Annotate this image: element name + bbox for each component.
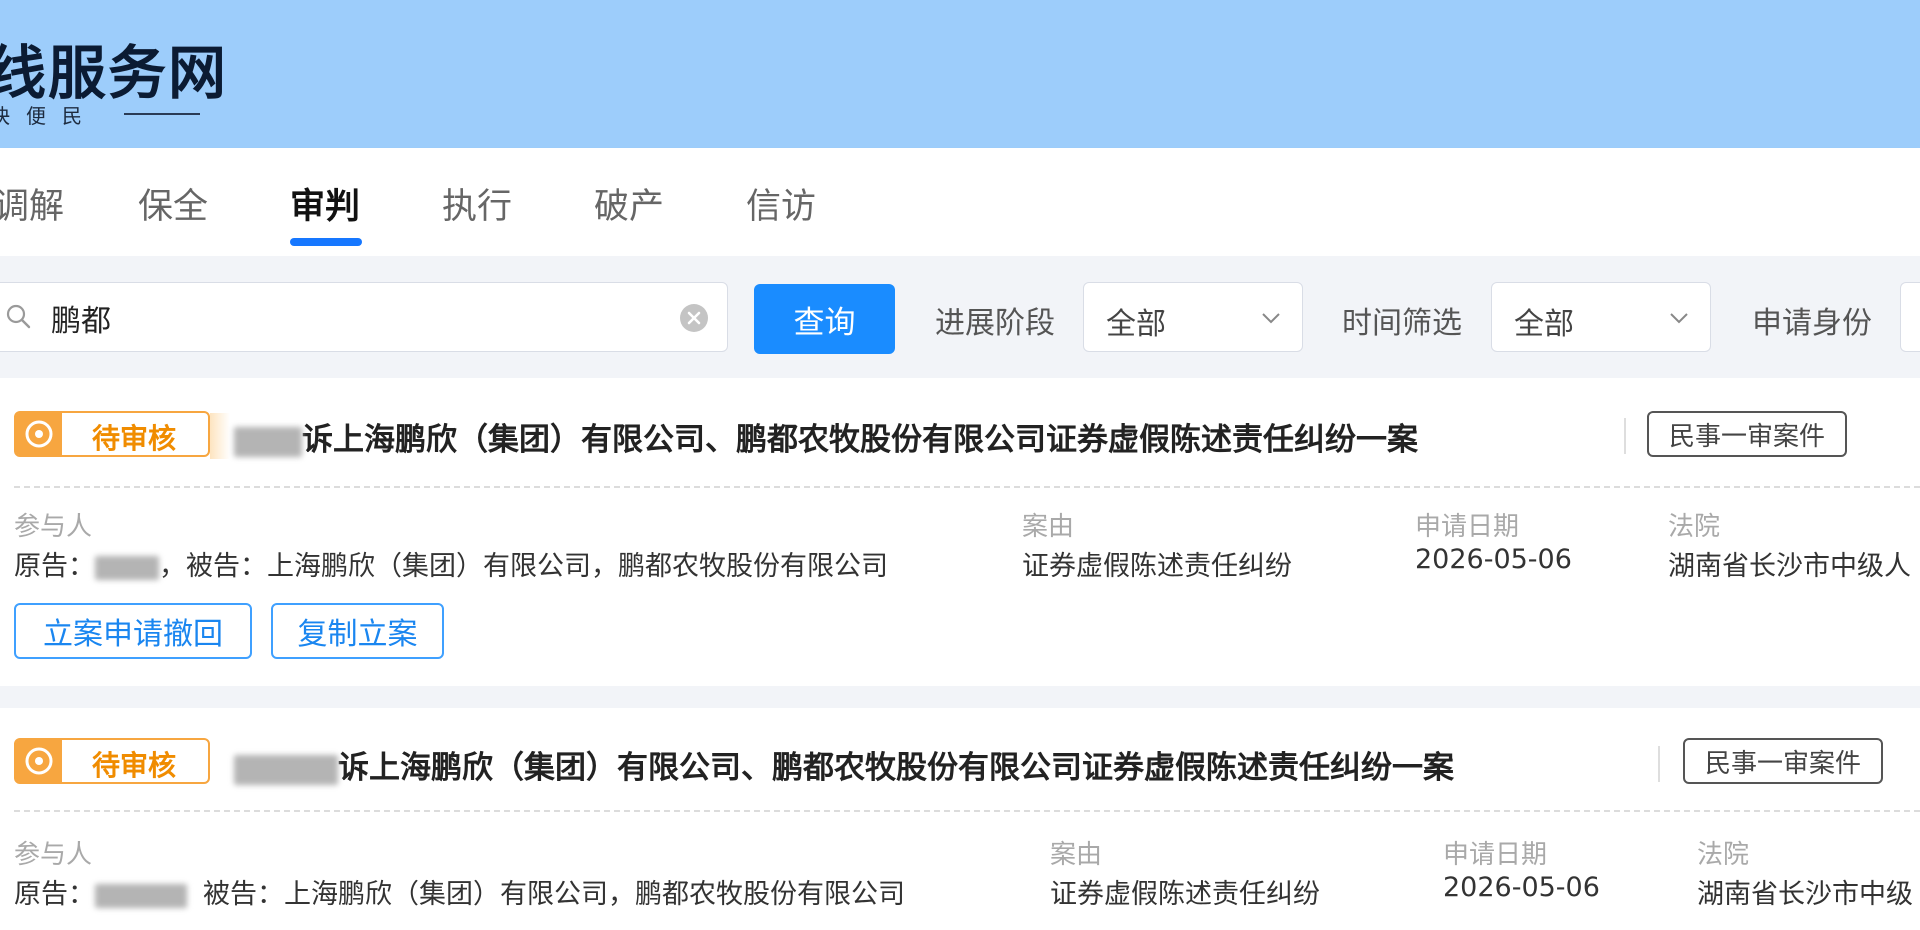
case-title[interactable]: 诉上海鹏欣（集团）有限公司、鹏都农牧股份有限公司证券虚假陈述责任纠纷一案	[234, 414, 1418, 459]
query-button[interactable]: 查询	[754, 284, 895, 354]
time-filter-select[interactable]: 全部	[1491, 282, 1711, 352]
time-filter-label: 时间筛选	[1342, 306, 1462, 341]
participants-label: 参与人	[14, 840, 93, 870]
case-card: 待审核 诉上海鹏欣（集团）有限公司、鹏都农牧股份有限公司证券虚假陈述责任纠纷一案…	[0, 378, 1920, 686]
cause-value: 证券虚假陈述责任纠纷	[1050, 879, 1320, 910]
participants-value: 原告： ，被告：上海鹏欣（集团）有限公司，鹏都农牧股份有限公司	[14, 551, 888, 582]
chevron-down-icon	[1670, 313, 1688, 324]
redacted-plaintiff	[95, 555, 159, 580]
title-divider	[1624, 418, 1626, 454]
withdraw-filing-button[interactable]: 立案申请撤回	[14, 603, 252, 659]
tab-petition[interactable]: 信访	[746, 178, 816, 229]
cause-value: 证券虚假陈述责任纠纷	[1022, 551, 1292, 582]
case-card: 待审核 诉上海鹏欣（集团）有限公司、鹏都农牧股份有限公司证券虚假陈述责任纠纷一案…	[0, 708, 1920, 930]
progress-stage-select[interactable]: 全部	[1083, 282, 1303, 352]
title-divider	[1658, 746, 1660, 782]
chevron-down-icon	[1262, 313, 1280, 324]
tab-mediation[interactable]: 调解	[0, 178, 64, 229]
tab-trial[interactable]: 审判	[290, 178, 360, 229]
tab-bankruptcy[interactable]: 破产	[594, 178, 664, 229]
filter-bar: 查询 进展阶段 全部 时间筛选 全部 申请身份	[0, 256, 1920, 376]
search-box	[0, 282, 728, 352]
status-text: 待审核	[92, 422, 177, 455]
site-logo-title: 线服务网	[0, 39, 229, 107]
redacted-plaintiff	[95, 883, 187, 908]
active-tab-indicator	[290, 238, 362, 246]
site-header: 线服务网 快便民	[0, 0, 1920, 148]
apply-date-label: 申请日期	[1443, 840, 1548, 870]
category-tabs: 调解 保全 审判 执行 破产 信访	[0, 148, 1920, 256]
court-value: 湖南省长沙市中级人	[1668, 551, 1911, 582]
search-input[interactable]	[49, 297, 653, 339]
status-badge: 待审核	[14, 411, 210, 457]
site-logo-subtitle: 快便民	[0, 104, 98, 128]
tab-execution[interactable]: 执行	[442, 178, 512, 229]
case-type-tag: 民事一审案件	[1647, 411, 1847, 457]
redacted-name	[234, 426, 302, 457]
time-filter-value: 全部	[1514, 307, 1574, 342]
logo-divider-line	[124, 113, 200, 115]
court-label: 法院	[1697, 840, 1750, 870]
clock-icon	[25, 420, 53, 448]
status-badge: 待审核	[14, 738, 210, 784]
cause-label: 案由	[1050, 840, 1103, 870]
court-label: 法院	[1668, 512, 1721, 542]
participants-label: 参与人	[14, 512, 93, 542]
applicant-identity-label: 申请身份	[1752, 306, 1872, 341]
search-icon	[6, 304, 31, 329]
dashed-divider	[14, 486, 1920, 488]
apply-date-value: 2026-05-06	[1415, 544, 1572, 575]
applicant-identity-select[interactable]	[1900, 282, 1920, 352]
court-value: 湖南省长沙市中级	[1697, 879, 1913, 910]
apply-date-value: 2026-05-06	[1443, 872, 1600, 903]
dashed-divider	[14, 810, 1920, 812]
progress-stage-label: 进展阶段	[935, 306, 1055, 341]
case-type-tag: 民事一审案件	[1683, 738, 1883, 784]
cause-label: 案由	[1022, 512, 1075, 542]
case-title[interactable]: 诉上海鹏欣（集团）有限公司、鹏都农牧股份有限公司证券虚假陈述责任纠纷一案	[234, 742, 1454, 787]
clear-icon[interactable]	[679, 303, 709, 333]
redacted-name	[234, 754, 338, 785]
clock-icon	[25, 747, 53, 775]
copy-filing-button[interactable]: 复制立案	[271, 603, 444, 659]
apply-date-label: 申请日期	[1415, 512, 1520, 542]
status-text: 待审核	[92, 749, 177, 782]
tab-preservation[interactable]: 保全	[138, 178, 208, 229]
participants-value: 原告： 被告：上海鹏欣（集团）有限公司，鹏都农牧股份有限公司	[14, 879, 905, 910]
progress-stage-value: 全部	[1106, 307, 1166, 342]
